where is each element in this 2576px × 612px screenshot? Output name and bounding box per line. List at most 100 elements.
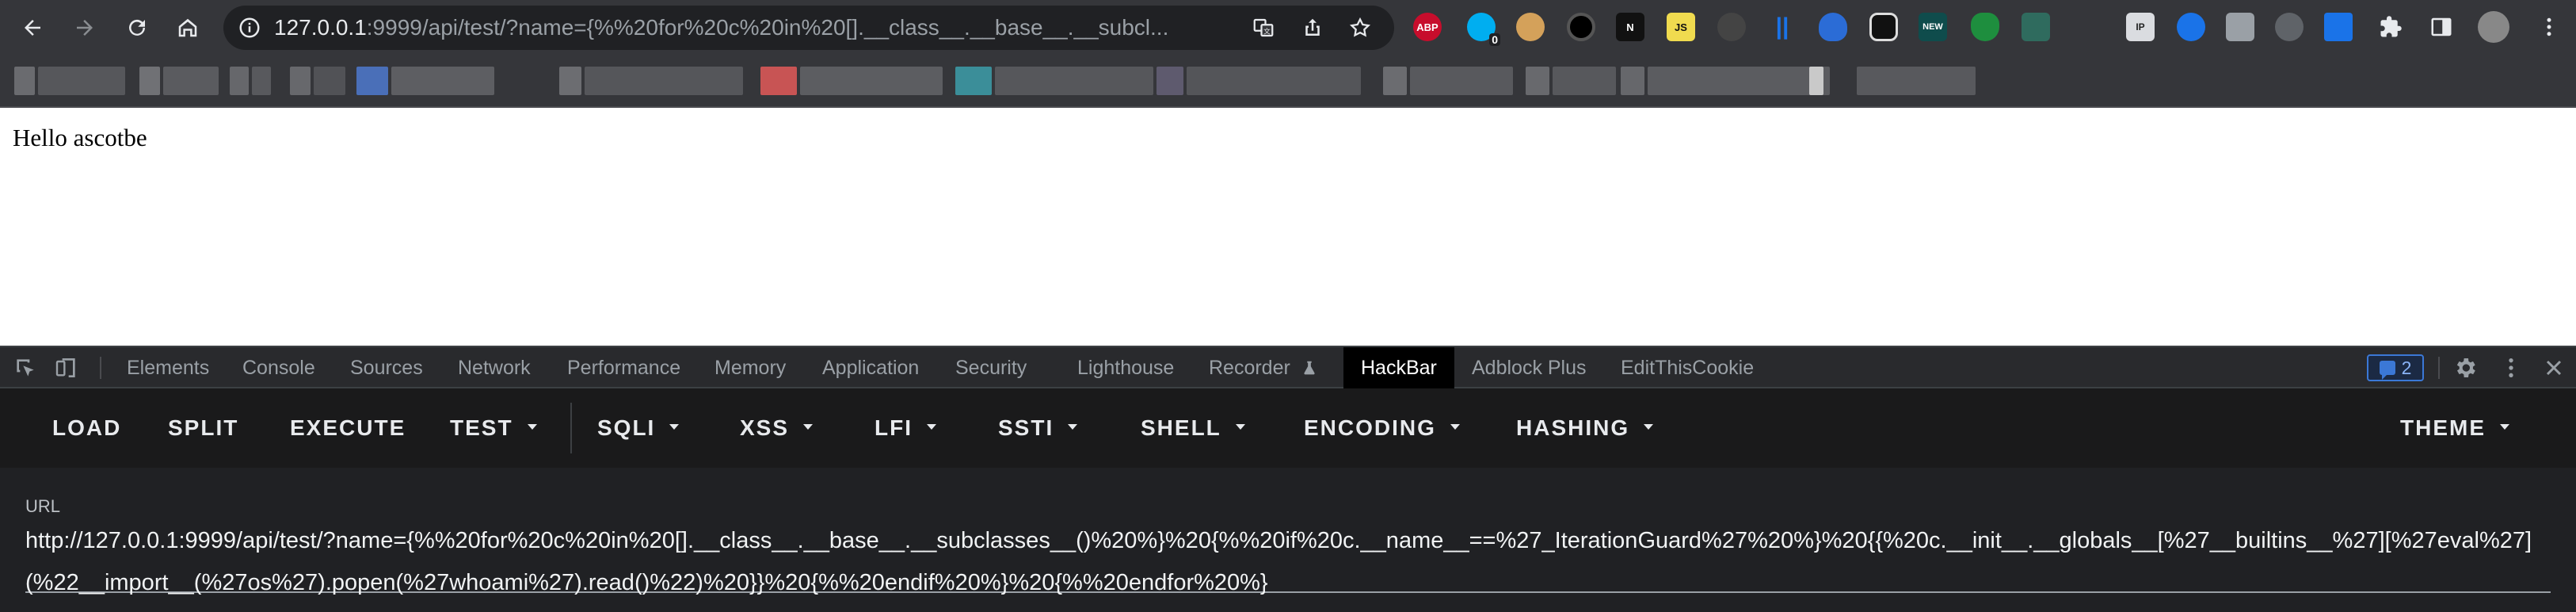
tab-hackbar[interactable]: HackBar [1343, 347, 1454, 388]
encoding-dropdown[interactable]: ENCODING [1304, 406, 1460, 450]
puzzle-icon[interactable] [2376, 13, 2405, 41]
image-icon[interactable] [2226, 13, 2254, 41]
ghostery-icon[interactable]: 0 [1467, 13, 1500, 46]
notion-label: N [1626, 21, 1634, 33]
inspect-element-icon[interactable] [13, 355, 38, 381]
tab-editthiscookie[interactable]: EditThisCookie [1621, 347, 1754, 388]
settings-gear-icon[interactable] [2452, 355, 2478, 381]
bookmark-item[interactable] [1526, 67, 1616, 95]
url-textarea[interactable]: http://127.0.0.1:9999/api/test/?name={%%… [25, 520, 2551, 595]
download-icon[interactable] [2177, 13, 2205, 41]
share-icon[interactable] [1301, 16, 1324, 40]
notion-icon[interactable]: N [1616, 13, 1644, 41]
brush-icon[interactable] [1717, 13, 1746, 41]
bookmark-star-icon[interactable] [1348, 16, 1372, 40]
tab-lighthouse[interactable]: Lighthouse [1077, 347, 1174, 388]
page-text: Hello ascotbe [13, 124, 147, 151]
bookmark-item[interactable] [955, 67, 1153, 95]
tab-console[interactable]: Console [242, 347, 315, 388]
address-bar[interactable]: 127.0.0.1:9999/api/test/?name={%%20for%2… [223, 6, 1394, 50]
bookmark-item[interactable] [14, 67, 125, 95]
adblock-plus-icon[interactable]: ABP [1413, 13, 1442, 41]
cookie-icon[interactable] [1516, 13, 1545, 41]
split-button[interactable]: SPLIT [168, 406, 238, 450]
bookmark-item[interactable] [230, 67, 271, 95]
record-icon[interactable] [1567, 13, 1595, 41]
bookmark-item[interactable] [139, 67, 219, 95]
bookmark-item[interactable] [1809, 67, 1823, 95]
ip-icon[interactable]: IP [2126, 13, 2155, 41]
tab-elements[interactable]: Elements [127, 347, 209, 388]
site-info-icon[interactable] [238, 16, 261, 40]
tab-network[interactable]: Network [458, 347, 531, 388]
ship-icon[interactable] [2022, 13, 2050, 41]
bookmark-item[interactable] [1383, 67, 1513, 95]
bookmark-item[interactable] [1857, 67, 1976, 95]
test-dropdown[interactable]: TEST [450, 406, 537, 450]
tab-security[interactable]: Security [955, 347, 1027, 388]
xss-label: XSS [740, 415, 790, 440]
devtools-panel: Elements Console Sources Network Perform… [0, 346, 2576, 612]
address-url[interactable]: 127.0.0.1:9999/api/test/?name={%%20for%2… [274, 6, 1225, 50]
tab-adblock-plus[interactable]: Adblock Plus [1472, 347, 1587, 388]
theme-label: THEME [2400, 415, 2486, 440]
hashing-dropdown[interactable]: HASHING [1516, 406, 1654, 450]
url-label: URL [25, 496, 61, 516]
device-toolbar-icon[interactable] [54, 355, 79, 381]
home-button[interactable] [170, 10, 206, 46]
lfi-label: LFI [875, 415, 913, 440]
close-icon[interactable] [2541, 355, 2566, 381]
tab-performance[interactable]: Performance [567, 347, 680, 388]
translate-icon[interactable]: 文 [1252, 16, 1275, 40]
bars-label: || [1775, 13, 1789, 40]
avatar[interactable] [2478, 11, 2509, 43]
experiment-flask-icon [1304, 361, 1315, 375]
bookmark-item[interactable] [290, 67, 345, 95]
ip-label: IP [2136, 21, 2145, 33]
bookmark-item[interactable] [760, 67, 943, 95]
chevron-down-icon [527, 424, 537, 430]
lfi-dropdown[interactable]: LFI [875, 406, 936, 450]
bookmark-item[interactable] [1621, 67, 1830, 95]
ssti-label: SSTI [998, 415, 1054, 440]
devtools-menu-icon[interactable] [2498, 355, 2524, 381]
tab-recorder-label: Recorder [1209, 357, 1290, 379]
new-label: NEW [1922, 22, 1943, 32]
forward-button[interactable] [67, 10, 103, 46]
shell-dropdown[interactable]: SHELL [1141, 406, 1245, 450]
load-button[interactable]: LOAD [52, 406, 121, 450]
reload-icon [129, 19, 145, 36]
shell-label: SHELL [1141, 415, 1221, 440]
devtools-tab-bar: Elements Console Sources Network Perform… [0, 346, 2576, 388]
issues-badge[interactable]: 2 [2367, 354, 2424, 381]
bookmark-item[interactable] [559, 67, 743, 95]
theme-dropdown[interactable]: THEME [2400, 406, 2509, 450]
js-icon[interactable]: JS [1667, 13, 1695, 41]
hackbar-separator [570, 403, 572, 453]
devtools-separator [100, 357, 101, 379]
hashing-label: HASHING [1516, 415, 1630, 440]
execute-button[interactable]: EXECUTE [290, 406, 406, 450]
tab-application[interactable]: Application [822, 347, 919, 388]
reload-button[interactable] [119, 10, 155, 46]
ssti-dropdown[interactable]: SSTI [998, 406, 1078, 450]
tab-recorder[interactable]: Recorder [1209, 347, 1318, 388]
bars-icon[interactable]: || [1768, 13, 1797, 41]
glasses-icon[interactable] [1869, 13, 1898, 41]
new-icon[interactable]: NEW [1919, 13, 1947, 41]
tab-sources[interactable]: Sources [350, 347, 423, 388]
check-shield-icon[interactable] [1971, 13, 1999, 41]
side-panel-icon[interactable] [2427, 13, 2456, 41]
kebab-menu-icon[interactable] [2535, 13, 2563, 41]
shield-flag-icon[interactable] [1819, 13, 1847, 41]
back-button[interactable] [14, 10, 51, 46]
chevron-down-icon [669, 424, 680, 430]
sqli-dropdown[interactable]: SQLI [597, 406, 680, 450]
arrows-icon[interactable] [2324, 13, 2353, 41]
address-host: 127.0.0.1 [274, 15, 367, 40]
bookmark-item[interactable] [356, 67, 494, 95]
bookmark-item[interactable] [1157, 67, 1361, 95]
arrow-ext-icon[interactable] [2275, 13, 2304, 41]
tab-memory[interactable]: Memory [714, 347, 786, 388]
xss-dropdown[interactable]: XSS [740, 406, 814, 450]
